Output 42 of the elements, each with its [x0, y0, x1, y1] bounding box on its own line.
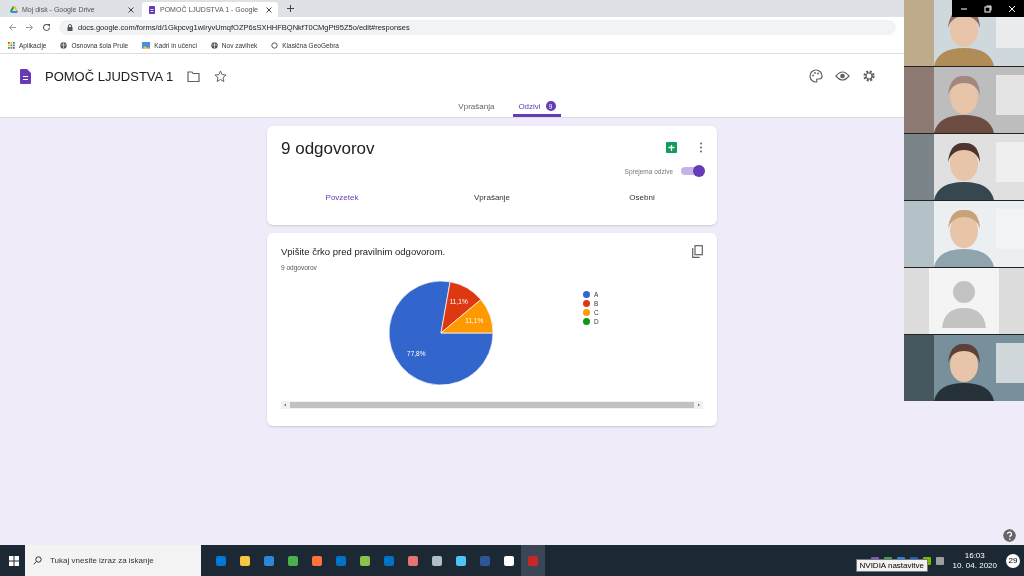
copy-icon[interactable] — [692, 245, 703, 258]
question-title: Vpišite črko pred pravilnim odgovorom. — [281, 246, 446, 257]
form-tab[interactable]: Vprašanja — [453, 98, 500, 117]
responses-title: 9 odgovorov — [281, 138, 375, 159]
notification-badge[interactable]: 29 — [1006, 553, 1020, 568]
palette-icon[interactable] — [809, 69, 823, 83]
eye-icon[interactable] — [835, 69, 850, 83]
close-icon[interactable] — [266, 6, 272, 13]
search-icon — [33, 556, 42, 565]
summary-tab[interactable]: Vprašanje — [417, 187, 567, 208]
image-icon — [142, 41, 151, 49]
windows-icon[interactable] — [9, 555, 19, 566]
scroll-right-icon[interactable] — [697, 403, 701, 407]
close-icon[interactable] — [128, 6, 134, 13]
settings-icon[interactable] — [862, 69, 876, 83]
reload-icon[interactable] — [42, 22, 51, 32]
search-field[interactable]: Tukaj vnesite izraz za iskanje — [25, 545, 201, 576]
scroll-left-icon[interactable] — [283, 403, 287, 407]
lock-icon — [67, 23, 73, 31]
back-icon[interactable] — [8, 22, 17, 32]
help-icon[interactable] — [1003, 529, 1016, 542]
summary-tab[interactable]: Povzetek — [267, 187, 417, 208]
summary-tab[interactable]: Osebni — [567, 187, 717, 208]
circle-icon — [271, 41, 279, 49]
forward-icon[interactable] — [25, 22, 34, 32]
tooltip: NVIDIA nastavitve — [855, 559, 928, 572]
forms-icon[interactable] — [20, 68, 31, 84]
clock[interactable]: 16:03 10. 04. 2020 — [948, 550, 1001, 571]
forms-icon — [148, 5, 156, 14]
restore-icon[interactable] — [984, 4, 992, 13]
more-icon[interactable] — [699, 142, 703, 153]
drive-icon — [10, 5, 18, 14]
accept-toggle[interactable] — [681, 167, 703, 175]
new-tab-icon[interactable] — [286, 4, 295, 13]
star-icon[interactable] — [214, 69, 228, 83]
globe-icon — [210, 41, 218, 49]
globe-icon — [60, 41, 68, 49]
form-title[interactable]: POMOČ LJUDSTVA 1 — [45, 68, 174, 84]
sheets-icon[interactable] — [666, 142, 677, 153]
scrollbar[interactable] — [281, 401, 703, 409]
folder-icon[interactable] — [187, 70, 201, 82]
apps-grid-icon — [8, 41, 15, 49]
